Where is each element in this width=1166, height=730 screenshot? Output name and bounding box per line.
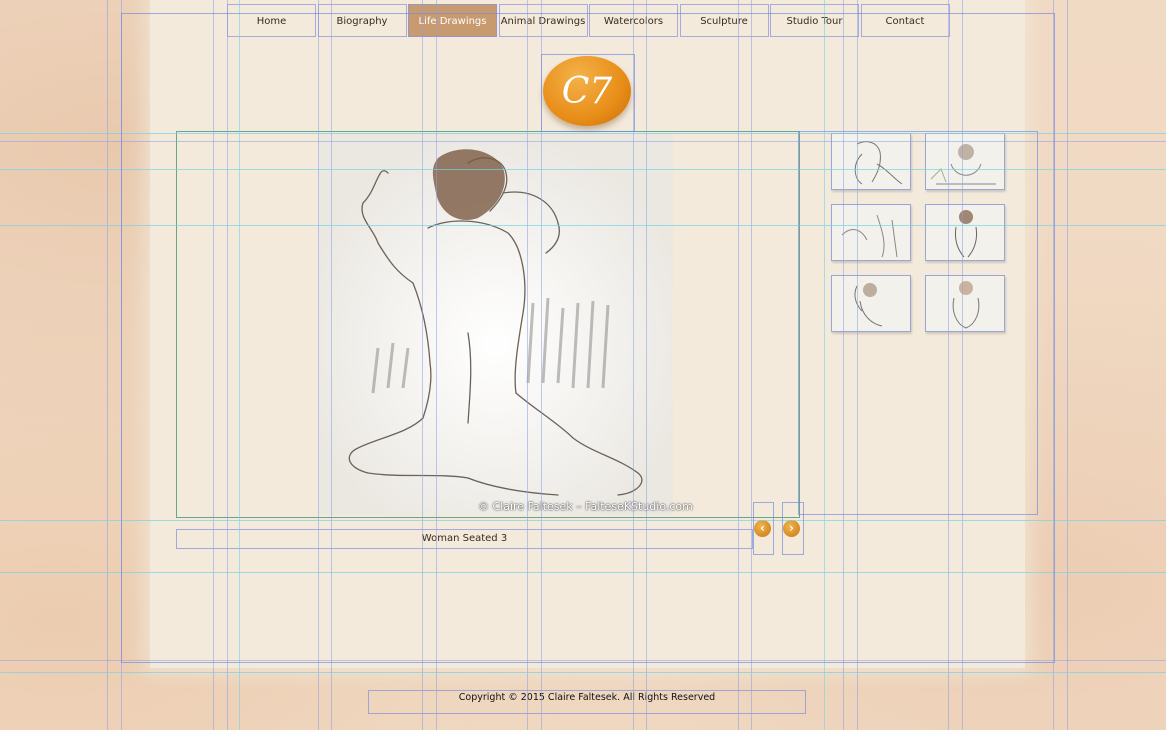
figure-drawing-icon [318, 133, 673, 515]
thumbnail-2[interactable] [925, 133, 1005, 190]
thumbnail-4[interactable] [925, 204, 1005, 261]
thumbnail-drawing-icon [952, 281, 980, 329]
image-caption: Woman Seated 3 [421, 533, 508, 544]
nav-studio-tour[interactable]: Studio Tour [770, 4, 859, 37]
nav-biography[interactable]: Biography [317, 4, 407, 37]
footer: Copyright © 2015 Claire Faltesek. All Ri… [368, 690, 806, 714]
next-button[interactable]: › [783, 520, 800, 537]
thumbnail-1[interactable] [831, 133, 911, 190]
thumbnail-drawing-icon [854, 141, 903, 185]
prev-button[interactable]: ‹ [754, 520, 771, 537]
nav-home[interactable]: Home [227, 4, 316, 37]
chevron-left-icon: ‹ [760, 521, 765, 535]
copyright-text: Copyright © 2015 Claire Faltesek. All Ri… [458, 692, 716, 703]
nav-sculpture[interactable]: Sculpture [679, 4, 769, 37]
nav-contact[interactable]: Contact [860, 4, 950, 37]
main-nav: Home Biography Life Drawings Animal Draw… [227, 4, 951, 37]
thumbnail-drawing-icon [854, 283, 883, 327]
caption-bar: Woman Seated 3 [176, 529, 753, 549]
thumbnail-5[interactable] [831, 275, 911, 332]
nav-life-drawings[interactable]: Life Drawings [408, 4, 497, 37]
thumbnail-drawing-icon [955, 210, 977, 258]
site-logo[interactable]: C7 [543, 56, 631, 126]
thumbnail-drawing-icon [841, 214, 898, 258]
main-drawing [318, 133, 673, 515]
thumbnail-drawing-icon [930, 144, 996, 185]
logo-text: C7 [561, 70, 613, 112]
image-credit: © Claire Faltesek – FalteseKStudio.com [478, 500, 693, 513]
nav-animal-drawings[interactable]: Animal Drawings [498, 4, 588, 37]
chevron-right-icon: › [789, 521, 794, 535]
thumbnail-3[interactable] [831, 204, 911, 261]
thumbnail-6[interactable] [925, 275, 1005, 332]
nav-watercolors[interactable]: Watercolors [589, 4, 678, 37]
